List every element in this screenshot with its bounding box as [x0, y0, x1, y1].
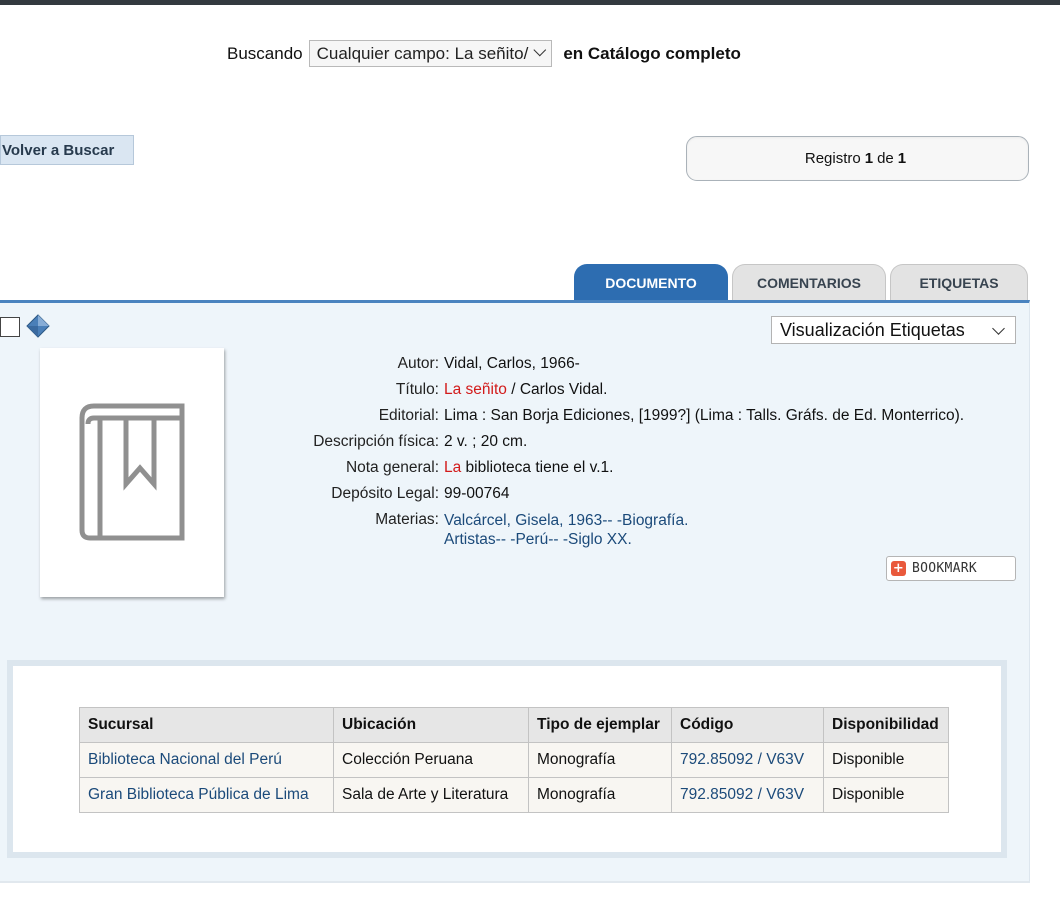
- table-row: Gran Biblioteca Pública de Lima Sala de …: [79, 777, 949, 813]
- cell-sucursal[interactable]: Gran Biblioteca Pública de Lima: [79, 777, 334, 813]
- tab-documento[interactable]: DOCUMENTO: [574, 264, 728, 301]
- holdings-table: Sucursal Ubicación Tipo de ejemplar Códi…: [79, 707, 949, 813]
- back-to-search-button[interactable]: Volver a Buscar: [0, 135, 134, 165]
- col-sucursal: Sucursal: [79, 707, 334, 743]
- meta-descripcion-value: 2 v. ; 20 cm.: [444, 433, 528, 450]
- search-summary: Buscando Cualquier campo: La señito/ en …: [227, 40, 741, 67]
- cell-tipo: Monografía: [528, 742, 672, 778]
- meta-deposito-label: Depósito Legal:: [331, 485, 439, 502]
- meta-titulo-label: Título:: [395, 381, 439, 398]
- meta-titulo: Título: La señito / Carlos Vidal.: [300, 377, 964, 403]
- meta-deposito-value: 99-00764: [444, 485, 510, 502]
- chevron-down-icon: [992, 322, 1005, 335]
- meta-titulo-rest: / Carlos Vidal.: [506, 381, 608, 398]
- search-query-value: Cualquier campo: La señito/: [316, 43, 529, 63]
- search-query-select[interactable]: Cualquier campo: La señito/: [308, 40, 553, 67]
- meta-editorial-label: Editorial:: [378, 407, 439, 424]
- col-codigo: Código: [671, 707, 824, 743]
- meta-materias-label: Materias:: [375, 511, 439, 528]
- record-counter: Registro 1 de 1: [686, 136, 1029, 181]
- meta-nota-rest: biblioteca tiene el v.1.: [461, 459, 614, 476]
- col-ubicacion: Ubicación: [333, 707, 529, 743]
- cell-codigo[interactable]: 792.85092 / V63V: [671, 742, 824, 778]
- cell-tipo: Monografía: [528, 777, 672, 813]
- materias-link-2[interactable]: Artistas-- -Perú-- -Siglo XX.: [444, 530, 688, 549]
- cell-ubicacion: Colección Peruana: [333, 742, 529, 778]
- meta-autor: Autor: Vidal, Carlos, 1966-: [300, 351, 964, 377]
- table-row: Biblioteca Nacional del Perú Colección P…: [79, 742, 949, 778]
- record-index: 1: [864, 150, 874, 167]
- cell-sucursal[interactable]: Biblioteca Nacional del Perú: [79, 742, 334, 778]
- col-tipo: Tipo de ejemplar: [528, 707, 672, 743]
- col-disponibilidad: Disponibilidad: [823, 707, 949, 743]
- bookmark-label: BOOKMARK: [912, 561, 978, 576]
- select-record-checkbox[interactable]: [0, 317, 20, 337]
- top-bar: [0, 0, 1060, 5]
- record-total: 1: [897, 150, 907, 167]
- holdings-header-row: Sucursal Ubicación Tipo de ejemplar Códi…: [79, 707, 949, 743]
- meta-nota-label: Nota general:: [345, 459, 439, 476]
- book-cover: [40, 348, 224, 597]
- chevron-down-icon: [533, 43, 547, 57]
- meta-materias: Materias: Valcárcel, Gisela, 1963-- -Bio…: [300, 507, 964, 549]
- cell-ubicacion: Sala de Arte y Literatura: [333, 777, 529, 813]
- meta-editorial: Editorial: Lima : San Borja Ediciones, […: [300, 403, 964, 429]
- meta-descripcion: Descripción física: 2 v. ; 20 cm.: [300, 429, 964, 455]
- meta-editorial-value: Lima : San Borja Ediciones, [1999?] (Lim…: [444, 407, 965, 424]
- record-tabs: DOCUMENTO COMENTARIOS ETIQUETAS: [574, 264, 1032, 301]
- meta-nota-highlight: La: [444, 459, 462, 476]
- cell-disponibilidad: Disponible: [823, 777, 949, 813]
- record-label: Registro: [804, 150, 861, 167]
- materias-link-1[interactable]: Valcárcel, Gisela, 1963-- -Biografía.: [444, 511, 688, 530]
- view-format-value: Visualización Etiquetas: [780, 319, 965, 340]
- record-metadata: Autor: Vidal, Carlos, 1966- Título: La s…: [300, 351, 964, 549]
- tab-comentarios[interactable]: COMENTARIOS: [732, 264, 886, 301]
- gem-icon[interactable]: [26, 314, 50, 338]
- cell-disponibilidad: Disponible: [823, 742, 949, 778]
- meta-nota: Nota general: La biblioteca tiene el v.1…: [300, 455, 964, 481]
- bookmark-plus-icon: +: [891, 561, 906, 576]
- record-panel: Visualización Etiquetas Autor: Vidal, Ca…: [0, 300, 1030, 883]
- book-cover-icon: [79, 403, 185, 540]
- meta-titulo-highlight: La señito: [444, 381, 507, 398]
- cell-codigo[interactable]: 792.85092 / V63V: [671, 777, 824, 813]
- search-scope: en Catálogo completo: [563, 43, 741, 63]
- meta-deposito: Depósito Legal: 99-00764: [300, 481, 964, 507]
- meta-autor-link[interactable]: Vidal, Carlos, 1966-: [444, 351, 580, 377]
- tab-etiquetas[interactable]: ETIQUETAS: [890, 264, 1028, 301]
- search-label: Buscando: [227, 43, 303, 63]
- holdings-section: Sucursal Ubicación Tipo de ejemplar Códi…: [7, 660, 1007, 858]
- meta-autor-label: Autor:: [397, 355, 439, 372]
- view-format-select[interactable]: Visualización Etiquetas: [771, 316, 1016, 344]
- bookmark-button[interactable]: + BOOKMARK: [886, 556, 1016, 581]
- record-of: de: [877, 150, 894, 167]
- meta-descripcion-label: Descripción física:: [313, 433, 439, 450]
